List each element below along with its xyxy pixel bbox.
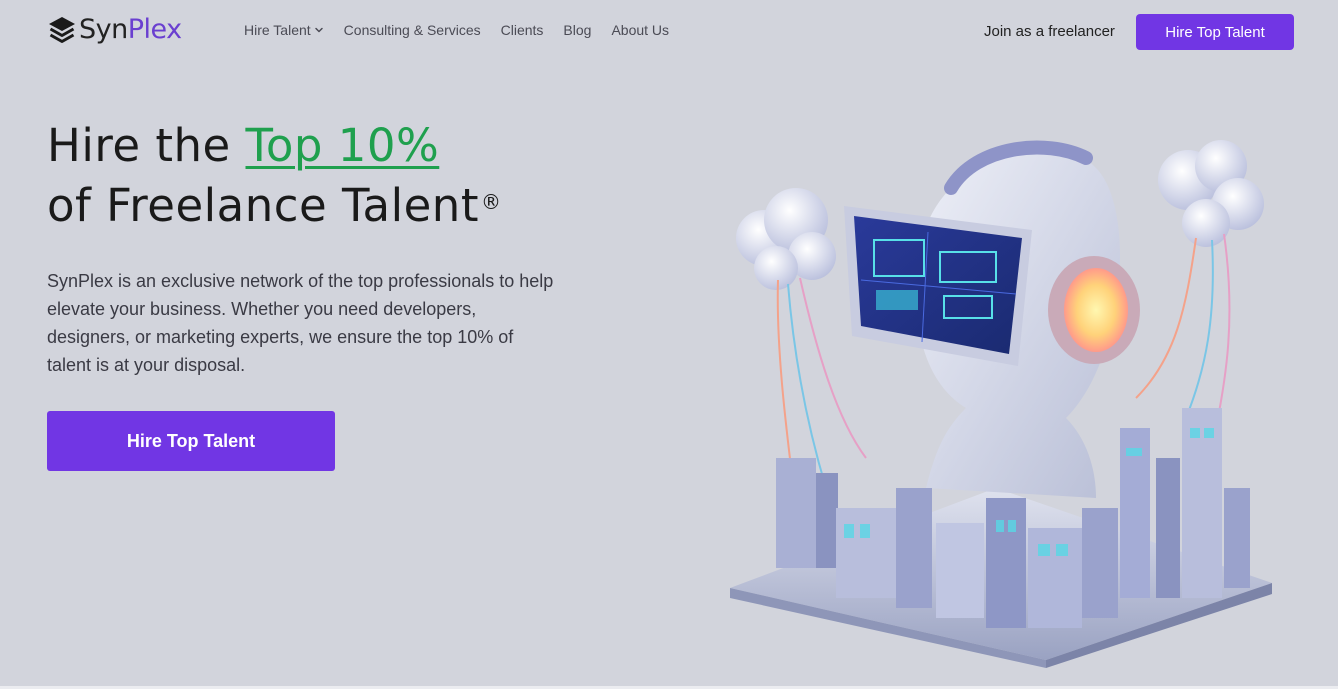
nav-item-clients[interactable]: Clients [501,20,544,40]
nav-item-hire-talent[interactable]: Hire Talent [244,20,324,40]
robot-city-illustration [730,140,1272,668]
nav-item-label: Hire Talent [244,22,311,38]
nav-item-blog[interactable]: Blog [563,20,591,40]
layers-icon [49,17,75,43]
join-freelancer-link[interactable]: Join as a freelancer [984,21,1115,43]
registered-mark: ® [480,190,502,214]
chevron-down-icon [314,27,323,33]
brand-name-part2: Plex [127,14,182,45]
brand-logo[interactable]: SynPlex [47,14,182,46]
nav-item-about-us[interactable]: About Us [611,20,669,40]
nav-item-label: Blog [563,22,592,38]
brand-name: SynPlex [79,14,182,46]
headline-prefix: Hire the [47,119,246,172]
hero-description: SynPlex is an exclusive network of the t… [47,271,554,375]
main-nav: Hire Talent Consulting & Services Client… [244,20,689,40]
brand-name-part1: Syn [79,14,128,45]
landing-page: SynPlex Hire Talent Consulting & Service… [0,0,1338,689]
hero-headline: Hire the Top 10% of Freelance Talent ® [47,116,501,236]
hero-cta-button[interactable]: Hire Top Talent [47,411,335,471]
nav-item-label: Clients [500,22,544,38]
headline-line2: of Freelance Talent [47,179,479,232]
header-hire-button[interactable]: Hire Top Talent [1136,14,1294,50]
nav-item-consulting[interactable]: Consulting & Services [344,20,481,40]
headline-accent: Top 10% [245,119,440,172]
nav-item-label: Consulting & Services [343,22,481,38]
nav-item-label: About Us [611,22,670,38]
